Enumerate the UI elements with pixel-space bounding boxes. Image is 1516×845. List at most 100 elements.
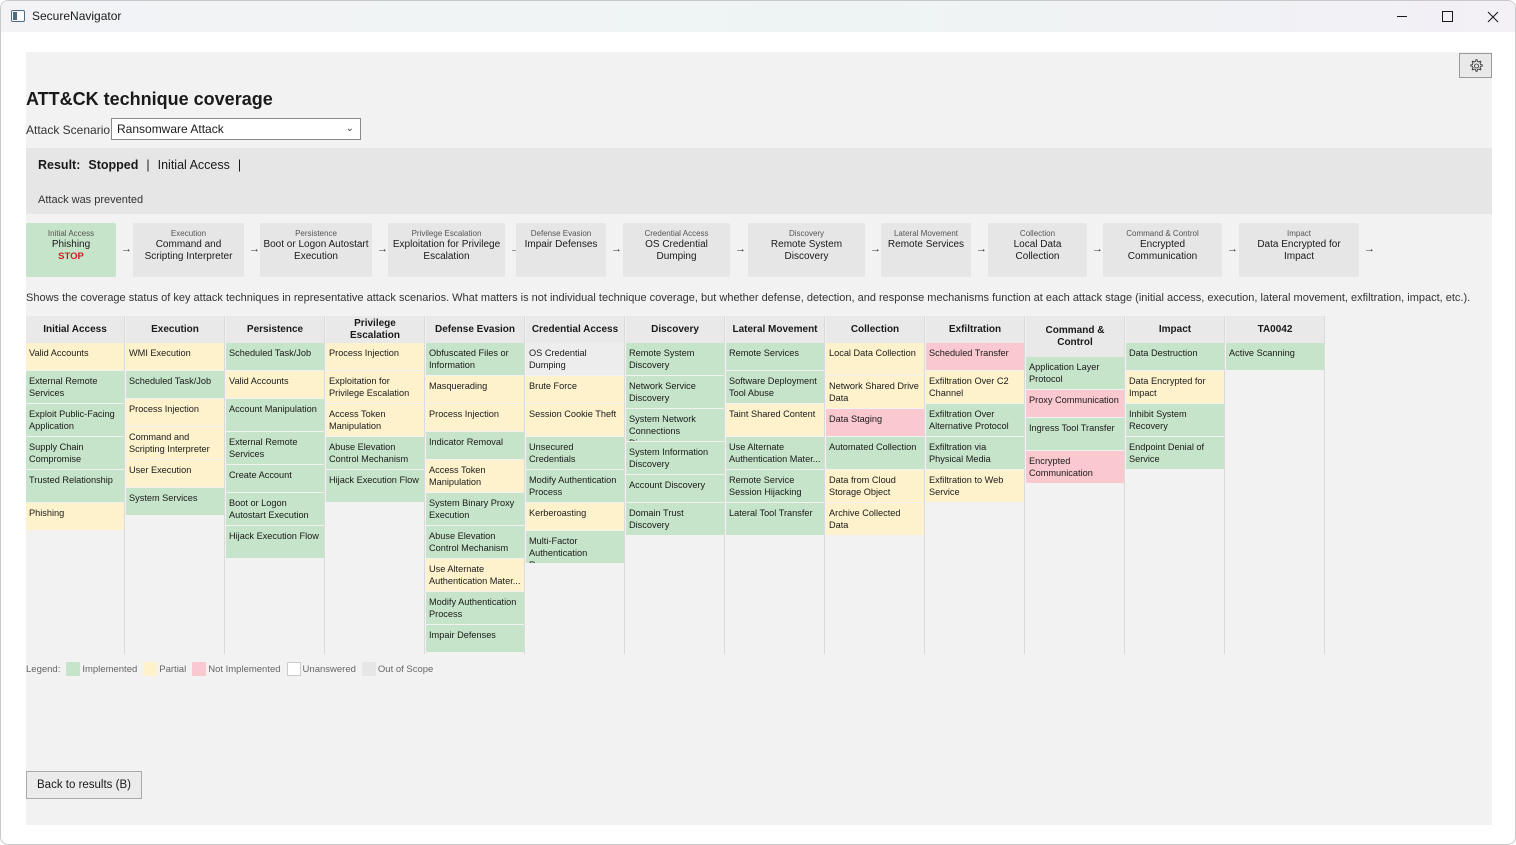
technique-cell[interactable]: Use Alternate Authentication Mater... xyxy=(726,437,824,470)
technique-cell[interactable]: Local Data Collection xyxy=(826,343,924,376)
chain-arrow: → xyxy=(870,243,881,255)
technique-cell[interactable]: Valid Accounts xyxy=(26,343,124,371)
technique-cell[interactable]: System Information Discovery xyxy=(626,442,724,475)
chain-arrow: → xyxy=(121,243,132,255)
tactic-column: TA0042 Active Scanning xyxy=(1226,316,1325,654)
technique-cell[interactable]: Impair Defenses xyxy=(426,625,524,653)
stop-badge: STOP xyxy=(58,251,84,262)
technique-cell[interactable]: System Binary Proxy Execution xyxy=(426,493,524,526)
technique-cell[interactable]: Encrypted Communication xyxy=(1026,451,1124,484)
technique-cell[interactable]: Remote Services xyxy=(726,343,824,371)
technique-cell[interactable]: Process Injection xyxy=(326,343,424,371)
technique-cell[interactable]: Data from Cloud Storage Object xyxy=(826,470,924,503)
chain-stage[interactable]: Initial Access Phishing STOP xyxy=(26,223,116,277)
technique-cell[interactable]: System Services xyxy=(126,488,224,516)
technique-cell[interactable]: Use Alternate Authentication Mater... xyxy=(426,559,524,592)
technique-cell[interactable]: Exfiltration Over C2 Channel xyxy=(926,371,1024,404)
technique-cell[interactable]: Process Injection xyxy=(426,404,524,432)
chain-stage[interactable]: Command & Control Encrypted Communication xyxy=(1103,223,1222,277)
technique-cell[interactable]: Active Scanning xyxy=(1226,343,1324,371)
close-button[interactable] xyxy=(1470,1,1515,32)
tactic-header: TA0042 xyxy=(1226,316,1324,343)
technique-cell[interactable]: Remote Service Session Hijacking xyxy=(726,470,824,503)
chain-stage[interactable]: Credential Access OS Credential Dumping xyxy=(623,223,730,277)
technique-cell[interactable]: Automated Collection xyxy=(826,437,924,470)
technique-cell[interactable]: Abuse Elevation Control Mechanism xyxy=(326,437,424,470)
chain-stage[interactable]: Discovery Remote System Discovery xyxy=(748,223,865,277)
technique-cell[interactable]: Modify Authentication Process xyxy=(526,470,624,503)
technique-cell[interactable]: Session Cookie Theft xyxy=(526,404,624,437)
technique-cell[interactable]: Software Deployment Tool Abuse xyxy=(726,371,824,404)
technique-cell[interactable]: Brute Force xyxy=(526,376,624,404)
technique-cell[interactable]: Application Layer Protocol xyxy=(1026,357,1124,390)
technique-cell[interactable]: Exploitation for Privilege Escalation xyxy=(326,371,424,404)
chain-stage[interactable]: Lateral Movement Remote Services xyxy=(881,223,971,277)
technique-cell[interactable]: Exploit Public-Facing Application xyxy=(26,404,124,437)
technique-cell[interactable]: Data Encrypted for Impact xyxy=(1126,371,1224,404)
maximize-button[interactable] xyxy=(1424,1,1470,32)
technique-cell[interactable]: Data Destruction xyxy=(1126,343,1224,371)
technique-cell[interactable]: Taint Shared Content xyxy=(726,404,824,437)
technique-cell[interactable]: Scheduled Transfer xyxy=(926,343,1024,371)
minimize-button[interactable] xyxy=(1379,1,1425,32)
technique-cell[interactable]: Exfiltration Over Alternative Protocol xyxy=(926,404,1024,437)
technique-cell[interactable]: User Execution xyxy=(126,460,224,488)
technique-cell[interactable]: Hijack Execution Flow xyxy=(326,470,424,503)
technique-cell[interactable]: Scheduled Task/Job xyxy=(226,343,324,371)
technique-cell[interactable]: Boot or Logon Autostart Execution xyxy=(226,493,324,526)
technique-cell[interactable]: Supply Chain Compromise xyxy=(26,437,124,470)
chain-stage[interactable]: Persistence Boot or Logon Autostart Execu… xyxy=(260,223,372,277)
technique-cell[interactable]: Process Injection xyxy=(126,399,224,427)
technique-cell[interactable]: Phishing xyxy=(26,503,124,531)
technique-cell[interactable]: Unsecured Credentials xyxy=(526,437,624,470)
chain-stage[interactable]: Collection Local Data Collection xyxy=(988,223,1087,277)
technique-cell[interactable]: Hijack Execution Flow xyxy=(226,526,324,559)
technique-cell[interactable]: Command and Scripting Interpreter xyxy=(126,427,224,460)
technique-cell[interactable]: External Remote Services xyxy=(26,371,124,404)
technique-cell[interactable]: Lateral Tool Transfer xyxy=(726,503,824,536)
back-to-results-button[interactable]: Back to results (B) xyxy=(26,771,142,799)
technique-cell[interactable]: Trusted Relationship xyxy=(26,470,124,503)
chain-stage[interactable]: Execution Command and Scripting Interpret… xyxy=(133,223,244,277)
technique-cell[interactable]: Valid Accounts xyxy=(226,371,324,399)
technique-cell[interactable]: Data Staging xyxy=(826,409,924,437)
tactic-header: Initial Access xyxy=(26,316,124,343)
technique-cell[interactable]: External Remote Services xyxy=(226,432,324,465)
technique-cell[interactable]: Exfiltration to Web Service xyxy=(926,470,1024,503)
technique-cell[interactable]: OS Credential Dumping xyxy=(526,343,624,376)
technique-cell[interactable]: Indicator Removal xyxy=(426,432,524,460)
technique-cell[interactable]: Inhibit System Recovery xyxy=(1126,404,1224,437)
technique-cell[interactable]: Kerberoasting xyxy=(526,503,624,531)
technique-cell[interactable]: Network Shared Drive Data xyxy=(826,376,924,409)
technique-cell[interactable]: Multi-Factor Authentication Reque... xyxy=(526,531,624,564)
settings-button[interactable] xyxy=(1459,53,1492,78)
tactic-header: Credential Access xyxy=(526,316,624,343)
technique-cell[interactable]: Endpoint Denial of Service xyxy=(1126,437,1224,470)
technique-cell[interactable]: Network Service Discovery xyxy=(626,376,724,409)
tactic-header: Defense Evasion xyxy=(426,316,524,343)
technique-cell[interactable]: Ingress Tool Transfer xyxy=(1026,418,1124,451)
result-label: Result: xyxy=(38,158,81,172)
scenario-select[interactable]: Ransomware Attack ⌄ xyxy=(111,118,361,140)
technique-cell[interactable]: Create Account xyxy=(226,465,324,493)
technique-cell[interactable]: Access Token Manipulation xyxy=(426,460,524,493)
chain-stage[interactable]: Privilege Escalation Exploitation for Pri… xyxy=(388,223,505,277)
technique-cell[interactable]: Account Manipulation xyxy=(226,399,324,432)
technique-cell[interactable]: Archive Collected Data xyxy=(826,503,924,536)
technique-cell[interactable]: Modify Authentication Process xyxy=(426,592,524,625)
technique-cell[interactable]: Masquerading xyxy=(426,376,524,404)
technique-cell[interactable]: Access Token Manipulation xyxy=(326,404,424,437)
technique-cell[interactable]: System Network Connections Discovery xyxy=(626,409,724,442)
technique-cell[interactable]: Abuse Elevation Control Mechanism xyxy=(426,526,524,559)
technique-cell[interactable]: Exfiltration via Physical Media xyxy=(926,437,1024,470)
chain-stage[interactable]: Impact Data Encrypted for Impact xyxy=(1239,223,1359,277)
chain-stage[interactable]: Defense Evasion Impair Defenses xyxy=(516,223,606,277)
technique-cell[interactable]: Obfuscated Files or Information xyxy=(426,343,524,376)
technique-cell[interactable]: Proxy Communication xyxy=(1026,390,1124,418)
technique-cell[interactable]: Domain Trust Discovery xyxy=(626,503,724,536)
technique-cell[interactable]: Account Discovery xyxy=(626,475,724,503)
technique-cell[interactable]: Remote System Discovery xyxy=(626,343,724,376)
tactic-column: Discovery Remote System Discovery Network … xyxy=(626,316,725,654)
technique-cell[interactable]: Scheduled Task/Job xyxy=(126,371,224,399)
technique-cell[interactable]: WMI Execution xyxy=(126,343,224,371)
